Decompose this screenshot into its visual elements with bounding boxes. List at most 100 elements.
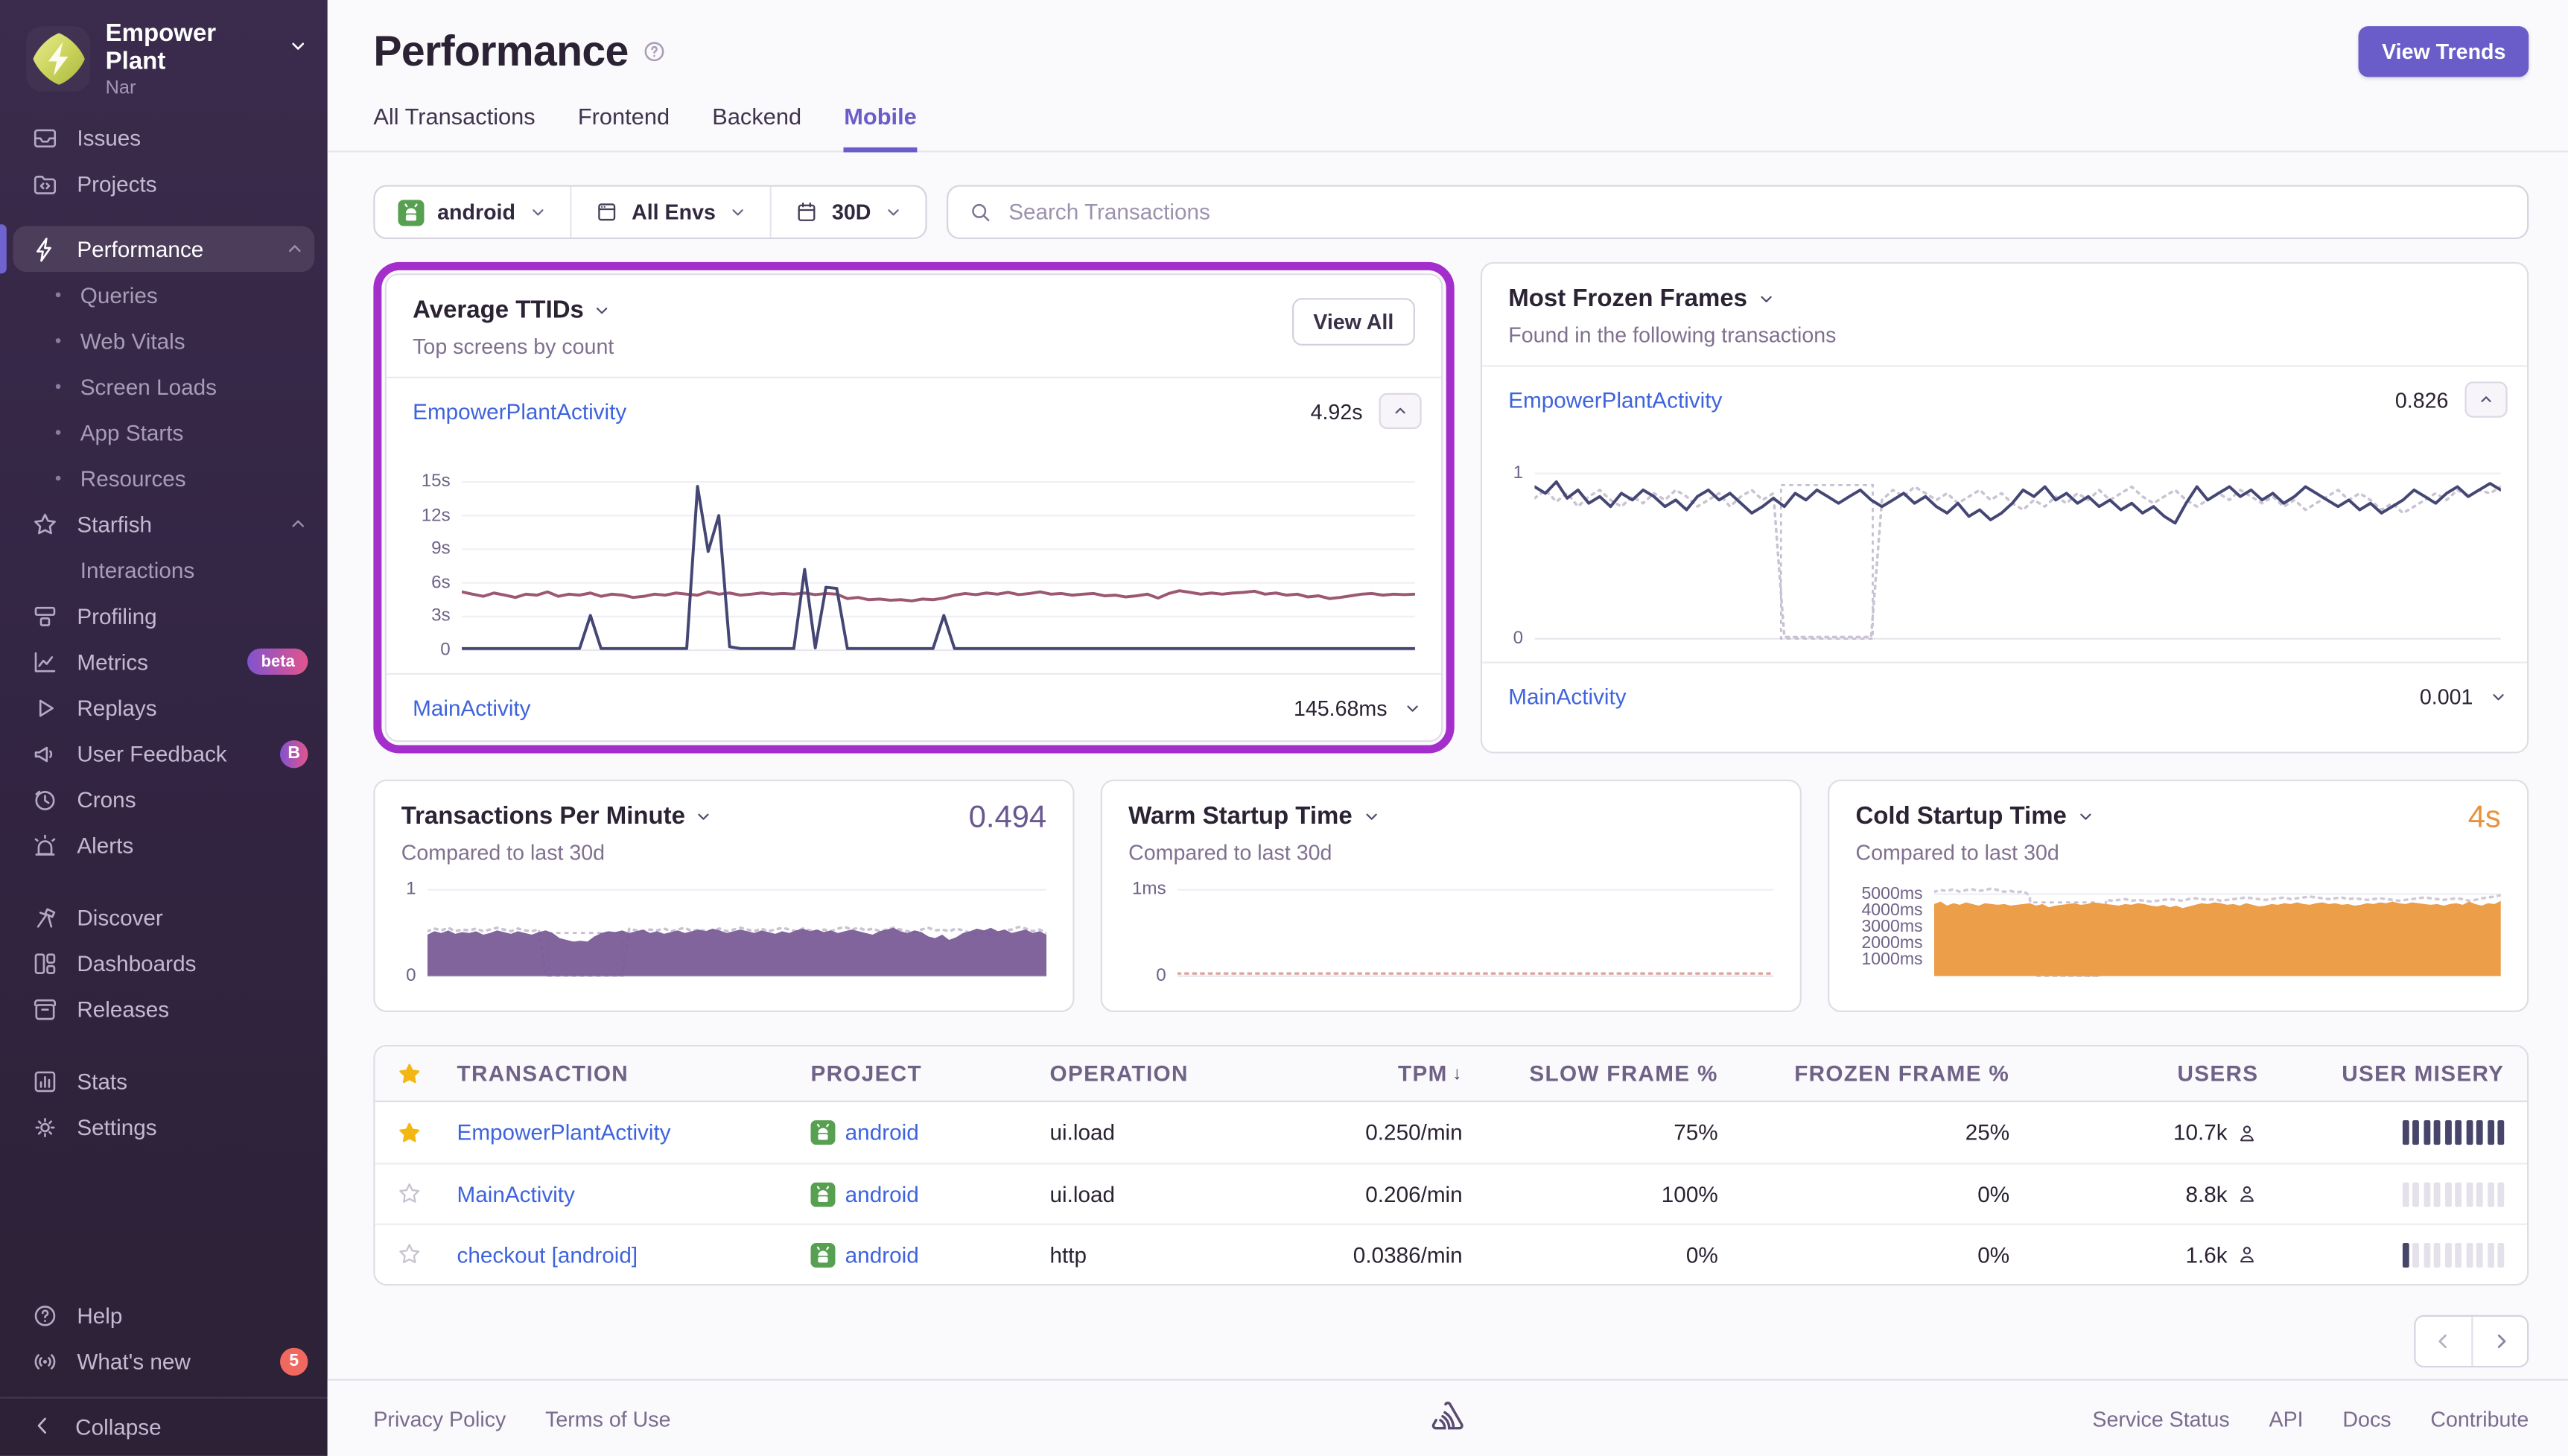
sidebar-item-discover[interactable]: Discover [0, 894, 328, 941]
chart-canvas [427, 874, 1047, 979]
tab-backend[interactable]: Backend [712, 104, 801, 151]
footer-link-privacy-policy[interactable]: Privacy Policy [373, 1406, 506, 1431]
previous-page-button[interactable] [2415, 1316, 2472, 1366]
sidebar-item-issues[interactable]: Issues [0, 115, 328, 161]
star-outline-icon[interactable] [396, 1242, 422, 1268]
date-range-filter-value: 30D [832, 200, 871, 225]
column-header-frozen-frame[interactable]: FROZEN FRAME % [1731, 1061, 2022, 1086]
expand-row-chevron-icon[interactable] [1404, 699, 1422, 716]
operation-cell: ui.load [1037, 1120, 1273, 1145]
sidebar-item-projects[interactable]: Projects [0, 161, 328, 207]
project-link[interactable]: android [845, 1182, 919, 1207]
footer-link-api[interactable]: API [2269, 1406, 2304, 1431]
sidebar-item-stats[interactable]: Stats [0, 1058, 328, 1104]
sidebar-item-collapse[interactable]: Collapse [0, 1396, 328, 1456]
search-input[interactable] [1005, 198, 2508, 226]
chevron-down-icon [884, 203, 902, 221]
collapse-row-button[interactable] [1379, 392, 1422, 430]
date-range-filter[interactable]: 30D [769, 186, 925, 238]
y-tick-label: 0 [1156, 966, 1166, 986]
footer-link-terms-of-use[interactable]: Terms of Use [545, 1406, 670, 1431]
discover-icon [30, 903, 60, 932]
column-header-label: TPM [1398, 1061, 1448, 1086]
sidebar-item-starfish[interactable]: Starfish [0, 501, 328, 547]
table-row-checkout-android: checkout [android] android http 0.0386/min 0… [375, 1223, 2528, 1284]
sidebar-item-profiling[interactable]: Profiling [0, 593, 328, 639]
sidebar-item-label: Help [77, 1303, 123, 1328]
project-filter[interactable]: android [375, 187, 570, 238]
avg-ttids-title[interactable]: Average TTIDs [413, 296, 1415, 324]
transaction-link[interactable]: EmpowerPlantActivity [457, 1120, 671, 1145]
column-header-user-misery[interactable]: USER MISERY [2272, 1061, 2527, 1086]
transaction-link[interactable]: EmpowerPlantActivity [413, 398, 626, 423]
star-outline-icon[interactable] [396, 1180, 422, 1207]
collapse-row-button[interactable] [2464, 381, 2508, 418]
sidebar-item-metrics[interactable]: Metrics beta [0, 639, 328, 685]
help-circle-icon[interactable] [641, 39, 666, 64]
expand-row-chevron-icon[interactable] [2489, 687, 2507, 705]
y-axis: 15s 12s 9s 6s 3s 0 [413, 460, 462, 660]
sidebar-item-user-feedback[interactable]: User Feedback B [0, 731, 328, 777]
chevron-down-icon [288, 34, 308, 61]
environment-filter[interactable]: All Envs [569, 186, 770, 238]
search-icon [967, 200, 992, 224]
sidebar-subitem-web-vitals[interactable]: Web Vitals [0, 318, 328, 364]
sidebar-item-dashboards[interactable]: Dashboards [0, 940, 328, 986]
table-body: EmpowerPlantActivity android ui.load 0.250/… [375, 1102, 2528, 1284]
sidebar-subitem-interactions[interactable]: Interactions [0, 547, 328, 593]
sidebar-item-crons[interactable]: Crons [0, 776, 328, 822]
view-trends-button[interactable]: View Trends [2359, 26, 2529, 77]
warm-startup-chart: 1ms 0 [1102, 865, 1800, 986]
footer-link-contribute[interactable]: Contribute [2430, 1406, 2529, 1431]
next-page-button[interactable] [2471, 1316, 2528, 1366]
project-link[interactable]: android [845, 1120, 919, 1145]
sidebar-subitem-resources[interactable]: Resources [0, 455, 328, 501]
column-header-slow-frame[interactable]: SLOW FRAME % [1475, 1061, 1731, 1086]
tab-mobile[interactable]: Mobile [844, 104, 917, 153]
ttid-row-empowerplantactivity: EmpowerPlantActivity 4.92s [387, 378, 1441, 444]
frozen-value: 0.001 [2419, 684, 2473, 709]
sidebar-item-alerts[interactable]: Alerts [0, 822, 328, 868]
view-all-button[interactable]: View All [1291, 298, 1415, 346]
tab-frontend[interactable]: Frontend [578, 104, 670, 151]
transaction-link[interactable]: MainActivity [413, 695, 530, 719]
transaction-link[interactable]: EmpowerPlantActivity [1508, 387, 1722, 412]
footer-link-service-status[interactable]: Service Status [2092, 1406, 2229, 1431]
sidebar-item-what-s-new[interactable]: What's new 5 [0, 1338, 328, 1385]
column-header-tpm[interactable]: TPM ↓ [1273, 1061, 1476, 1086]
y-tick-label: 1000ms [1861, 950, 1923, 970]
star-filled-icon[interactable] [396, 1119, 422, 1145]
tpm-title[interactable]: Transactions Per Minute [401, 803, 1046, 830]
transaction-link[interactable]: checkout [android] [457, 1242, 638, 1267]
star-cell [375, 1242, 444, 1268]
column-header-transaction[interactable]: TRANSACTION [444, 1061, 798, 1086]
sidebar-item-replays[interactable]: Replays [0, 684, 328, 731]
sidebar-subitem-app-starts[interactable]: App Starts [0, 410, 328, 456]
cold-startup-value: 4s [2467, 801, 2501, 836]
column-header-label: PROJECT [810, 1061, 922, 1086]
footer-link-docs[interactable]: Docs [2342, 1406, 2391, 1431]
sidebar-item-releases[interactable]: Releases [0, 986, 328, 1032]
frozen-frames-title[interactable]: Most Frozen Frames [1508, 285, 2501, 313]
sidebar-item-help[interactable]: Help [0, 1292, 328, 1338]
sidebar-subitem-queries[interactable]: Queries [0, 272, 328, 318]
project-link[interactable]: android [845, 1242, 919, 1267]
sidebar-subitem-screen-loads[interactable]: Screen Loads [0, 363, 328, 410]
column-header-operation[interactable]: OPERATION [1037, 1061, 1273, 1086]
warm-startup-title[interactable]: Warm Startup Time [1128, 803, 1773, 830]
panel-title-text: Most Frozen Frames [1508, 284, 1748, 314]
chart-canvas [1177, 874, 1774, 979]
android-project-icon [810, 1181, 836, 1207]
org-switcher[interactable]: Empower Plant Nar [0, 0, 328, 115]
sidebar-item-settings[interactable]: Settings [0, 1104, 328, 1150]
transaction-link[interactable]: MainActivity [457, 1182, 575, 1207]
cold-startup-title[interactable]: Cold Startup Time [1855, 803, 2500, 830]
column-header-users[interactable]: USERS [2023, 1061, 2272, 1086]
star-icon [30, 509, 60, 539]
sidebar-subitem-label: Queries [80, 282, 158, 308]
column-header-project[interactable]: PROJECT [798, 1061, 1037, 1086]
sidebar-item-performance[interactable]: Performance [0, 224, 315, 274]
tab-all-transactions[interactable]: All Transactions [373, 104, 535, 151]
transaction-link[interactable]: MainActivity [1508, 684, 1626, 708]
